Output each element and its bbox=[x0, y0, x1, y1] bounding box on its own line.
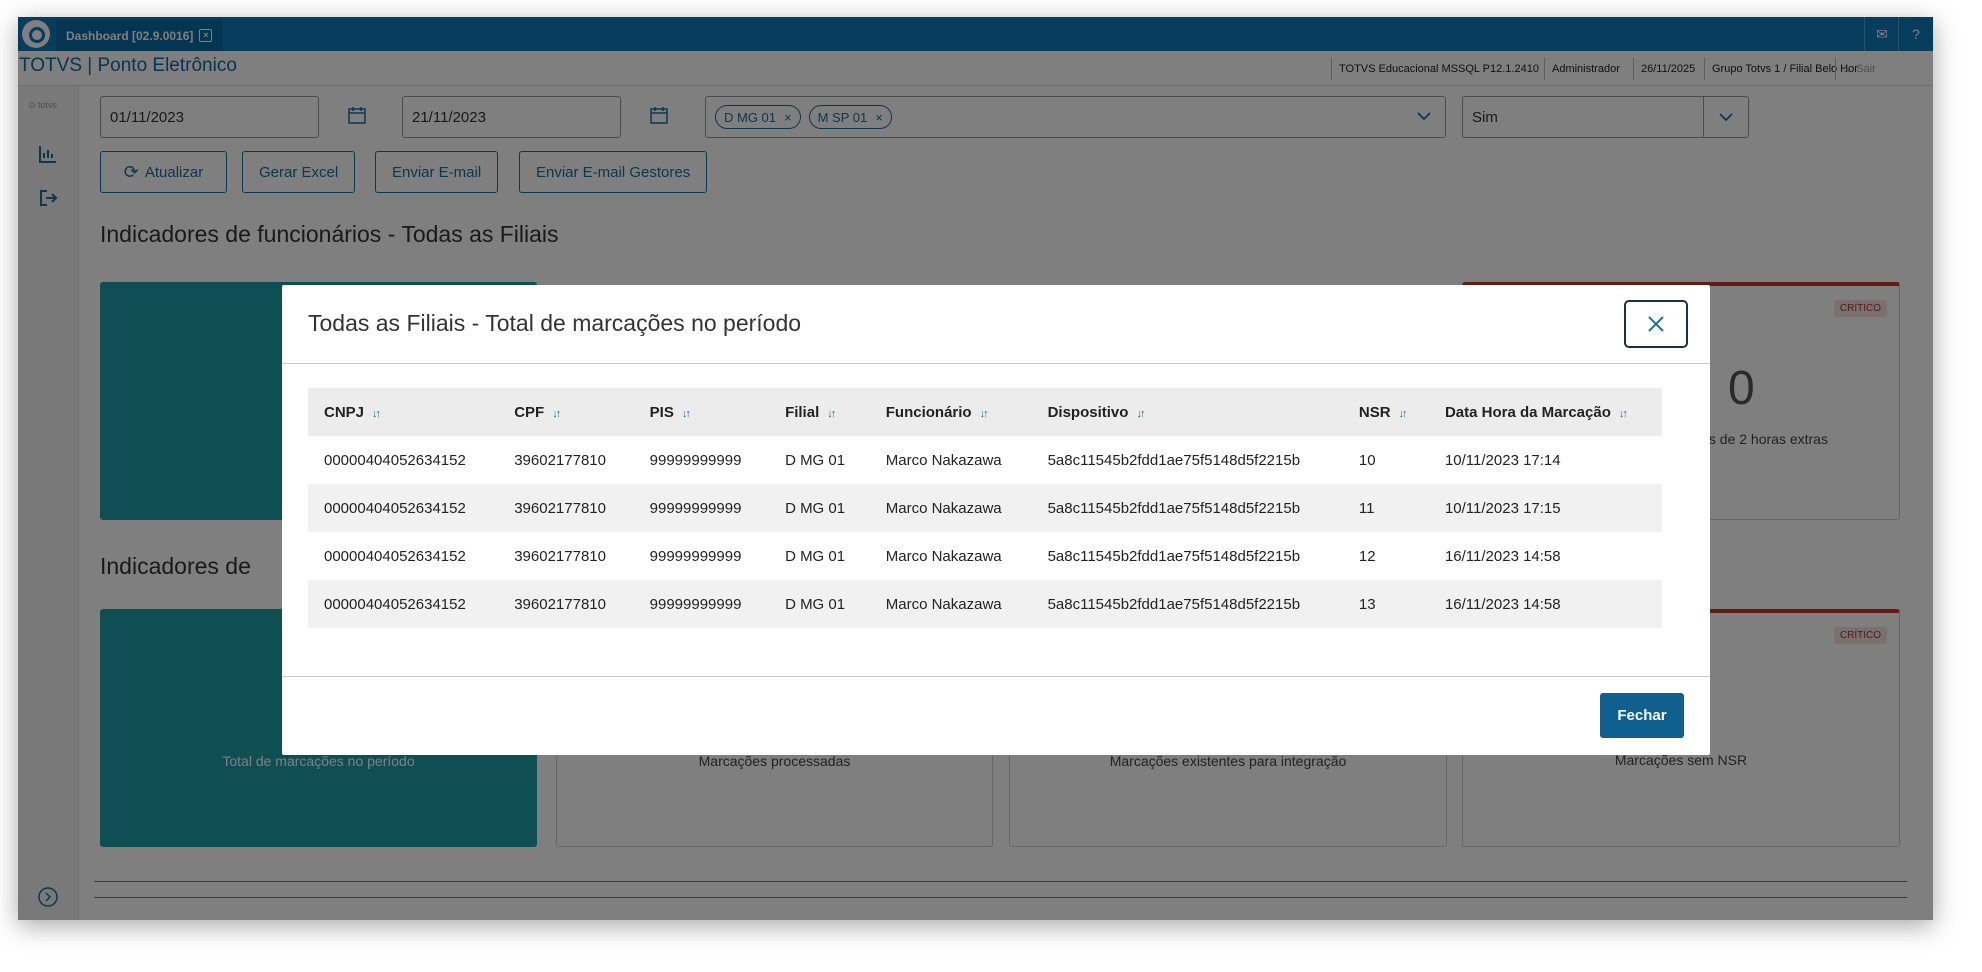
cell-funcionario: Marco Nakazawa bbox=[885, 451, 1002, 469]
cell-dispositivo: 5a8c11545b2fdd1ae75f5148d5f2215b bbox=[1031, 484, 1343, 532]
cell-data-hora: 10/11/2023 17:15 bbox=[1428, 484, 1662, 532]
cell-nsr: 10 bbox=[1358, 451, 1376, 469]
column-header-funcionario[interactable]: Funcionário ↓↑ bbox=[869, 388, 1032, 436]
cell-nsr: 12 bbox=[1358, 547, 1376, 565]
cell-dispositivo: 5a8c11545b2fdd1ae75f5148d5f2215b bbox=[1047, 451, 1301, 469]
application-window: Dashboard [02.9.0016] × ✉ ? TOTVS | Pont… bbox=[18, 17, 1933, 920]
cell-filial: D MG 01 bbox=[769, 580, 870, 628]
cell-cpf: 39602177810 bbox=[514, 451, 606, 469]
sort-icon[interactable]: ↓↑ bbox=[1619, 408, 1628, 420]
cell-pis: 99999999999 bbox=[633, 580, 770, 628]
cell-funcionario: Marco Nakazawa bbox=[885, 547, 1002, 565]
column-header-nsr[interactable]: NSR ↓↑ bbox=[1342, 388, 1429, 436]
cell-funcionario: Marco Nakazawa bbox=[869, 580, 1032, 628]
column-header-data-hora[interactable]: Data Hora da Marcação ↓↑ bbox=[1428, 388, 1662, 436]
cell-data-hora: 16/11/2023 14:58 bbox=[1428, 580, 1662, 628]
cell-funcionario: Marco Nakazawa bbox=[869, 484, 1032, 532]
sort-icon[interactable]: ↓↑ bbox=[1136, 408, 1145, 420]
cell-nsr: 11 bbox=[1342, 484, 1429, 532]
cell-cpf: 39602177810 bbox=[498, 580, 634, 628]
table-header-row: CNPJ ↓↑ CPF ↓↑ PIS ↓↑ Filial ↓↑ Funcionário ↓… bbox=[308, 388, 1662, 436]
cell-data-hora: 16/11/2023 14:58 bbox=[1444, 547, 1561, 565]
column-header-dispositivo[interactable]: Dispositivo ↓↑ bbox=[1031, 388, 1343, 436]
cell-filial: D MG 01 bbox=[785, 547, 846, 565]
cell-cnpj: 00000404052634152 bbox=[308, 484, 499, 532]
table-row[interactable]: 00000404052634152 39602177810 9999999999… bbox=[308, 436, 1662, 484]
marks-details-modal: Todas as Filiais - Total de marcações no… bbox=[282, 285, 1710, 755]
sort-icon[interactable]: ↓↑ bbox=[682, 408, 691, 420]
column-header-pis[interactable]: PIS ↓↑ bbox=[633, 388, 770, 436]
marks-table: CNPJ ↓↑ CPF ↓↑ PIS ↓↑ Filial ↓↑ Funcionário ↓… bbox=[308, 388, 1662, 628]
modal-header-divider bbox=[282, 363, 1710, 364]
sort-icon[interactable]: ↓↑ bbox=[980, 408, 989, 420]
table-row[interactable]: 00000404052634152 39602177810 9999999999… bbox=[308, 484, 1662, 532]
cell-pis: 99999999999 bbox=[633, 484, 770, 532]
cell-cnpj: 00000404052634152 bbox=[324, 451, 466, 469]
cell-cpf: 39602177810 bbox=[498, 484, 634, 532]
cell-dispositivo: 5a8c11545b2fdd1ae75f5148d5f2215b bbox=[1031, 580, 1343, 628]
cell-cnpj: 00000404052634152 bbox=[308, 580, 499, 628]
cell-cpf: 39602177810 bbox=[514, 547, 606, 565]
modal-footer-divider bbox=[282, 676, 1710, 677]
sort-icon[interactable]: ↓↑ bbox=[827, 408, 836, 420]
column-header-cpf[interactable]: CPF ↓↑ bbox=[498, 388, 634, 436]
cell-filial: D MG 01 bbox=[785, 451, 846, 469]
table-row[interactable]: 00000404052634152 39602177810 9999999999… bbox=[308, 580, 1662, 628]
cell-filial: D MG 01 bbox=[769, 484, 870, 532]
cell-pis: 99999999999 bbox=[649, 451, 742, 469]
cell-dispositivo: 5a8c11545b2fdd1ae75f5148d5f2215b bbox=[1047, 547, 1301, 565]
close-icon bbox=[1648, 316, 1664, 332]
column-header-filial[interactable]: Filial ↓↑ bbox=[769, 388, 870, 436]
cell-pis: 99999999999 bbox=[649, 547, 742, 565]
modal-close-button[interactable] bbox=[1624, 300, 1688, 348]
table-row[interactable]: 00000404052634152 39602177810 9999999999… bbox=[308, 532, 1662, 580]
cell-data-hora: 10/11/2023 17:14 bbox=[1444, 451, 1561, 469]
modal-title: Todas as Filiais - Total de marcações no… bbox=[308, 310, 802, 336]
sort-icon[interactable]: ↓↑ bbox=[1399, 408, 1408, 420]
close-modal-button[interactable]: Fechar bbox=[1600, 693, 1684, 738]
cell-nsr: 13 bbox=[1342, 580, 1429, 628]
column-header-cnpj[interactable]: CNPJ ↓↑ bbox=[308, 388, 499, 436]
sort-icon[interactable]: ↓↑ bbox=[552, 408, 561, 420]
sort-icon[interactable]: ↓↑ bbox=[372, 408, 381, 420]
cell-cnpj: 00000404052634152 bbox=[324, 547, 466, 565]
